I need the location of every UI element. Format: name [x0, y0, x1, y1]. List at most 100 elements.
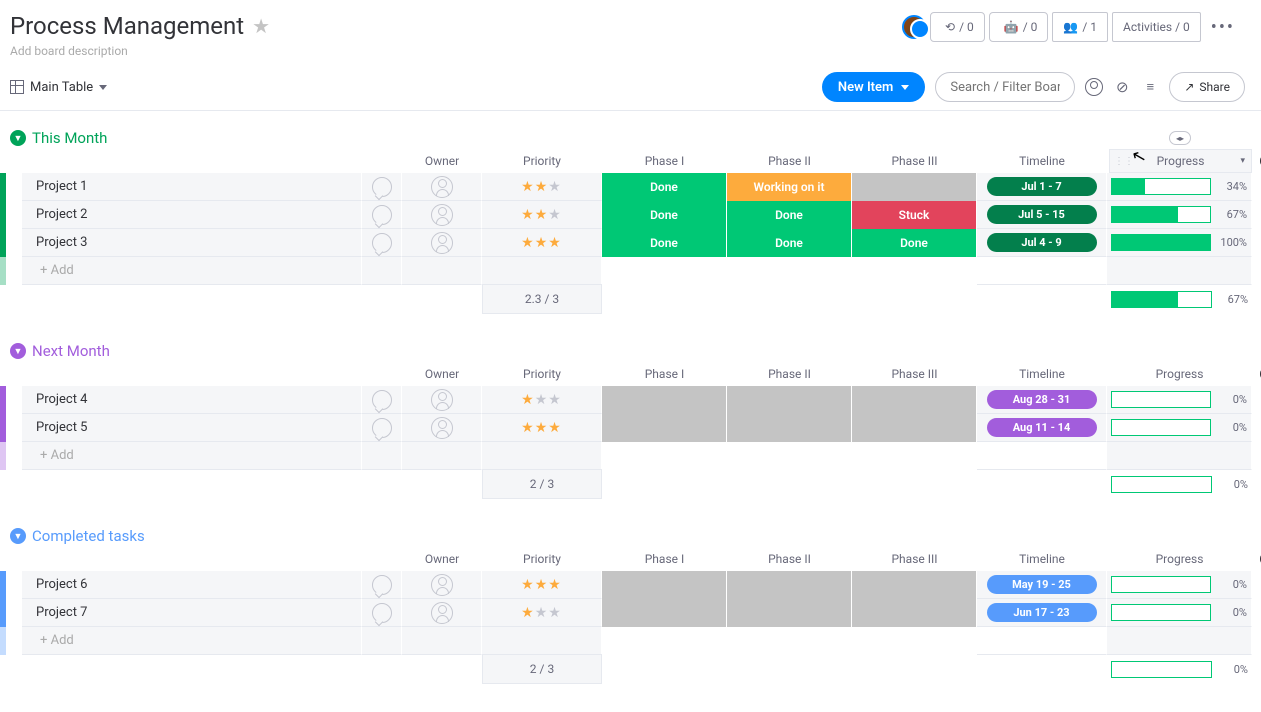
column-progress[interactable]: Progress [1107, 362, 1252, 386]
status-cell[interactable] [727, 599, 852, 627]
group-title[interactable]: This Month [32, 129, 107, 147]
owner-cell[interactable] [402, 229, 482, 257]
owner-cell[interactable] [402, 201, 482, 229]
status-cell[interactable] [852, 173, 977, 201]
column-owner[interactable]: Owner [402, 362, 482, 386]
view-tab-main-table[interactable]: Main Table [10, 80, 107, 95]
status-cell[interactable]: Done [727, 201, 852, 229]
group-title[interactable]: Next Month [32, 342, 110, 360]
status-cell[interactable] [852, 599, 977, 627]
column-phase1[interactable]: Phase I [602, 547, 727, 571]
item-name[interactable]: Project 2 [22, 201, 362, 229]
status-cell[interactable] [852, 386, 977, 414]
status-cell[interactable] [727, 414, 852, 442]
priority-cell[interactable]: ★★★ [482, 386, 602, 414]
priority-cell[interactable]: ★★★ [482, 229, 602, 257]
item-name[interactable]: Project 5 [22, 414, 362, 442]
person-filter-icon[interactable] [1085, 78, 1103, 96]
status-cell[interactable] [602, 599, 727, 627]
column-owner[interactable]: Owner [402, 547, 482, 571]
status-cell[interactable] [852, 571, 977, 599]
timeline-cell[interactable]: May 19 - 25 [977, 571, 1107, 599]
progress-cell[interactable]: 0% [1107, 386, 1252, 414]
timeline-cell[interactable]: Jul 4 - 9 [977, 229, 1107, 257]
timeline-cell[interactable]: Jul 1 - 7 [977, 173, 1107, 201]
column-priority[interactable]: Priority [482, 547, 602, 571]
column-timeline[interactable]: Timeline [977, 362, 1107, 386]
item-name[interactable]: Project 6 [22, 571, 362, 599]
priority-cell[interactable]: ★★★ [482, 414, 602, 442]
group-collapse-icon[interactable]: ▼ [10, 343, 26, 359]
group-collapse-icon[interactable]: ▼ [10, 528, 26, 544]
timeline-cell[interactable]: Aug 28 - 31 [977, 386, 1107, 414]
progress-cell[interactable]: 34% [1107, 173, 1252, 201]
hide-columns-icon[interactable]: ⊘ [1113, 78, 1131, 96]
status-cell[interactable] [602, 571, 727, 599]
progress-cell[interactable]: 0% [1107, 414, 1252, 442]
status-cell[interactable] [602, 386, 727, 414]
column-phase1[interactable]: Phase I [602, 149, 727, 173]
status-cell[interactable]: Done [727, 229, 852, 257]
item-name[interactable]: Project 4 [22, 386, 362, 414]
item-name[interactable]: Project 7 [22, 599, 362, 627]
owner-cell[interactable] [402, 173, 482, 201]
status-cell[interactable]: Working on it [727, 173, 852, 201]
progress-cell[interactable]: 100% [1107, 229, 1252, 257]
column-phase2[interactable]: Phase II [727, 362, 852, 386]
status-cell[interactable] [602, 414, 727, 442]
status-cell[interactable] [727, 571, 852, 599]
owner-cell[interactable] [402, 599, 482, 627]
status-cell[interactable]: Done [602, 201, 727, 229]
chevron-down-icon[interactable]: ▾ [1240, 156, 1245, 166]
group-title[interactable]: Completed tasks [32, 527, 145, 545]
chat-icon[interactable] [362, 414, 402, 442]
column-timeline[interactable]: Timeline [977, 149, 1107, 173]
column-phase3[interactable]: Phase III [852, 362, 977, 386]
chat-icon[interactable] [362, 229, 402, 257]
owner-cell[interactable] [402, 571, 482, 599]
timeline-cell[interactable]: Jun 17 - 23 [977, 599, 1107, 627]
user-avatar[interactable] [902, 15, 926, 39]
timeline-cell[interactable]: Jul 5 - 15 [977, 201, 1107, 229]
column-phase3[interactable]: Phase III [852, 547, 977, 571]
activities-chip[interactable]: Activities / 0 [1112, 12, 1201, 42]
column-phase2[interactable]: Phase II [727, 547, 852, 571]
priority-cell[interactable]: ★★★ [482, 201, 602, 229]
search-input[interactable] [935, 72, 1075, 102]
new-item-button[interactable]: New Item [822, 72, 925, 102]
column-phase1[interactable]: Phase I [602, 362, 727, 386]
group-collapse-icon[interactable]: ▼ [10, 130, 26, 146]
chat-icon[interactable] [362, 386, 402, 414]
column-progress[interactable]: ⋮⋮◂▸↖Progress▾ [1109, 149, 1252, 173]
column-phase2[interactable]: Phase II [727, 149, 852, 173]
chat-icon[interactable] [362, 201, 402, 229]
progress-cell[interactable]: 0% [1107, 571, 1252, 599]
column-progress[interactable]: Progress [1107, 547, 1252, 571]
progress-cell[interactable]: 67% [1107, 201, 1252, 229]
status-cell[interactable]: Stuck [852, 201, 977, 229]
status-cell[interactable]: Done [602, 173, 727, 201]
status-cell[interactable] [727, 386, 852, 414]
priority-cell[interactable]: ★★★ [482, 571, 602, 599]
priority-cell[interactable]: ★★★ [482, 173, 602, 201]
column-owner[interactable]: Owner [402, 149, 482, 173]
item-name[interactable]: Project 1 [22, 173, 362, 201]
owner-cell[interactable] [402, 414, 482, 442]
favorite-star-icon[interactable]: ★ [252, 14, 270, 38]
timeline-cell[interactable]: Aug 11 - 14 [977, 414, 1107, 442]
owner-cell[interactable] [402, 386, 482, 414]
more-options-icon[interactable]: ••• [1205, 17, 1241, 38]
add-item-row[interactable]: + Add [0, 627, 1261, 655]
share-button[interactable]: ↗Share [1169, 72, 1245, 102]
board-description[interactable]: Add board description [10, 44, 270, 58]
add-item-row[interactable]: + Add [0, 442, 1261, 470]
item-name[interactable]: Project 3 [22, 229, 362, 257]
sort-handle-icon[interactable]: ◂▸ [1169, 131, 1191, 145]
column-priority[interactable]: Priority [482, 149, 602, 173]
chat-icon[interactable] [362, 173, 402, 201]
priority-cell[interactable]: ★★★ [482, 599, 602, 627]
column-timeline[interactable]: Timeline [977, 547, 1107, 571]
integration-chip-1[interactable]: ⟲/ 0 [930, 12, 985, 42]
column-phase3[interactable]: Phase III [852, 149, 977, 173]
filter-icon[interactable]: ≡ [1141, 78, 1159, 96]
